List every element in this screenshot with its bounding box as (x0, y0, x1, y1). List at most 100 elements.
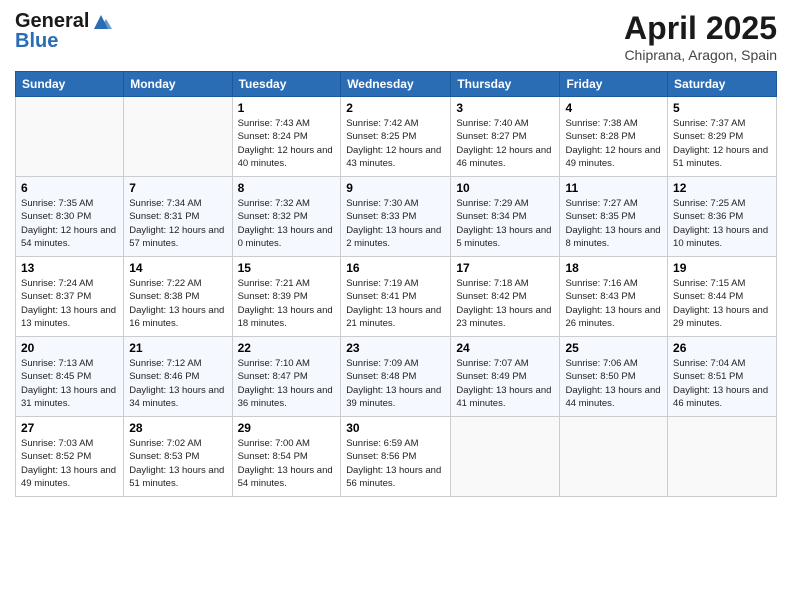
day-number: 29 (238, 421, 336, 435)
day-info: Sunrise: 7:43 AM Sunset: 8:24 PM Dayligh… (238, 117, 336, 170)
day-number: 4 (565, 101, 662, 115)
day-info: Sunrise: 6:59 AM Sunset: 8:56 PM Dayligh… (346, 437, 445, 490)
calendar-cell: 2 Sunrise: 7:42 AM Sunset: 8:25 PM Daylig… (341, 97, 451, 177)
day-info: Sunrise: 7:09 AM Sunset: 8:48 PM Dayligh… (346, 357, 445, 410)
calendar-cell: 4Sunrise: 7:38 AM Sunset: 8:28 PM Daylig… (560, 97, 668, 177)
day-info: Sunrise: 7:16 AM Sunset: 8:43 PM Dayligh… (565, 277, 662, 330)
calendar-cell: 25 Sunrise: 7:06 AM Sunset: 8:50 PM Dayli… (560, 337, 668, 417)
day-info: Sunrise: 7:06 AM Sunset: 8:50 PM Dayligh… (565, 357, 662, 410)
calendar-cell: 13 Sunrise: 7:24 AM Sunset: 8:37 PM Dayli… (16, 257, 124, 337)
day-info: Sunrise: 7:18 AM Sunset: 8:42 PM Dayligh… (456, 277, 554, 330)
logo: General Blue (15, 10, 112, 53)
calendar-cell: 29 Sunrise: 7:00 AM Sunset: 8:54 PM Dayli… (232, 417, 341, 497)
calendar-cell (124, 97, 232, 177)
calendar-cell: 10Sunrise: 7:29 AM Sunset: 8:34 PM Dayli… (451, 177, 560, 257)
day-info: Sunrise: 7:02 AM Sunset: 8:53 PM Dayligh… (129, 437, 226, 490)
calendar-cell: 16Sunrise: 7:19 AM Sunset: 8:41 PM Dayli… (341, 257, 451, 337)
month-title: April 2025 (624, 10, 777, 47)
day-info: Sunrise: 7:34 AM Sunset: 8:31 PM Dayligh… (129, 197, 226, 250)
day-number: 25 (565, 341, 662, 355)
calendar-cell: 28 Sunrise: 7:02 AM Sunset: 8:53 PM Dayli… (124, 417, 232, 497)
day-number: 24 (456, 341, 554, 355)
col-friday: Friday (560, 72, 668, 97)
day-number: 16 (346, 261, 445, 275)
day-number: 28 (129, 421, 226, 435)
day-info: Sunrise: 7:24 AM Sunset: 8:37 PM Dayligh… (21, 277, 118, 330)
day-number: 14 (129, 261, 226, 275)
day-info: Sunrise: 7:42 AM Sunset: 8:25 PM Dayligh… (346, 117, 445, 170)
day-number: 13 (21, 261, 118, 275)
day-info: Sunrise: 7:37 AM Sunset: 8:29 PM Dayligh… (673, 117, 771, 170)
day-number: 6 (21, 181, 118, 195)
calendar-cell: 9 Sunrise: 7:30 AM Sunset: 8:33 PM Daylig… (341, 177, 451, 257)
day-number: 27 (21, 421, 118, 435)
day-number: 23 (346, 341, 445, 355)
day-number: 3 (456, 101, 554, 115)
location: Chiprana, Aragon, Spain (624, 47, 777, 63)
calendar-week-3: 20Sunrise: 7:13 AM Sunset: 8:45 PM Dayli… (16, 337, 777, 417)
day-number: 2 (346, 101, 445, 115)
day-info: Sunrise: 7:32 AM Sunset: 8:32 PM Dayligh… (238, 197, 336, 250)
calendar-cell (16, 97, 124, 177)
col-saturday: Saturday (668, 72, 777, 97)
calendar-cell: 22 Sunrise: 7:10 AM Sunset: 8:47 PM Dayli… (232, 337, 341, 417)
col-wednesday: Wednesday (341, 72, 451, 97)
day-info: Sunrise: 7:00 AM Sunset: 8:54 PM Dayligh… (238, 437, 336, 490)
day-number: 15 (238, 261, 336, 275)
calendar: Sunday Monday Tuesday Wednesday Thursday… (15, 71, 777, 497)
calendar-week-1: 6 Sunrise: 7:35 AM Sunset: 8:30 PM Daylig… (16, 177, 777, 257)
day-info: Sunrise: 7:40 AM Sunset: 8:27 PM Dayligh… (456, 117, 554, 170)
calendar-cell: 6 Sunrise: 7:35 AM Sunset: 8:30 PM Daylig… (16, 177, 124, 257)
day-number: 21 (129, 341, 226, 355)
day-info: Sunrise: 7:29 AM Sunset: 8:34 PM Dayligh… (456, 197, 554, 250)
day-info: Sunrise: 7:35 AM Sunset: 8:30 PM Dayligh… (21, 197, 118, 250)
calendar-cell: 27 Sunrise: 7:03 AM Sunset: 8:52 PM Dayli… (16, 417, 124, 497)
col-monday: Monday (124, 72, 232, 97)
calendar-week-4: 27 Sunrise: 7:03 AM Sunset: 8:52 PM Dayli… (16, 417, 777, 497)
day-number: 30 (346, 421, 445, 435)
day-info: Sunrise: 7:22 AM Sunset: 8:38 PM Dayligh… (129, 277, 226, 330)
day-info: Sunrise: 7:12 AM Sunset: 8:46 PM Dayligh… (129, 357, 226, 410)
col-thursday: Thursday (451, 72, 560, 97)
calendar-week-2: 13 Sunrise: 7:24 AM Sunset: 8:37 PM Dayli… (16, 257, 777, 337)
col-sunday: Sunday (16, 72, 124, 97)
calendar-cell: 14 Sunrise: 7:22 AM Sunset: 8:38 PM Dayli… (124, 257, 232, 337)
day-info: Sunrise: 7:15 AM Sunset: 8:44 PM Dayligh… (673, 277, 771, 330)
day-number: 9 (346, 181, 445, 195)
calendar-cell: 26Sunrise: 7:04 AM Sunset: 8:51 PM Dayli… (668, 337, 777, 417)
calendar-cell: 15 Sunrise: 7:21 AM Sunset: 8:39 PM Dayli… (232, 257, 341, 337)
day-info: Sunrise: 7:10 AM Sunset: 8:47 PM Dayligh… (238, 357, 336, 410)
day-info: Sunrise: 7:13 AM Sunset: 8:45 PM Dayligh… (21, 357, 118, 410)
day-info: Sunrise: 7:30 AM Sunset: 8:33 PM Dayligh… (346, 197, 445, 250)
calendar-cell: 3 Sunrise: 7:40 AM Sunset: 8:27 PM Daylig… (451, 97, 560, 177)
logo-general: General (15, 10, 89, 32)
day-info: Sunrise: 7:21 AM Sunset: 8:39 PM Dayligh… (238, 277, 336, 330)
calendar-cell: 7Sunrise: 7:34 AM Sunset: 8:31 PM Daylig… (124, 177, 232, 257)
calendar-week-0: 1 Sunrise: 7:43 AM Sunset: 8:24 PM Daylig… (16, 97, 777, 177)
day-number: 1 (238, 101, 336, 115)
header: General Blue April 2025 Chiprana, Aragon… (15, 10, 777, 63)
day-info: Sunrise: 7:03 AM Sunset: 8:52 PM Dayligh… (21, 437, 118, 490)
page: General Blue April 2025 Chiprana, Aragon… (0, 0, 792, 612)
day-number: 18 (565, 261, 662, 275)
day-number: 17 (456, 261, 554, 275)
calendar-cell: 17 Sunrise: 7:18 AM Sunset: 8:42 PM Dayli… (451, 257, 560, 337)
calendar-cell: 20Sunrise: 7:13 AM Sunset: 8:45 PM Dayli… (16, 337, 124, 417)
logo-blue: Blue (15, 30, 112, 53)
day-info: Sunrise: 7:04 AM Sunset: 8:51 PM Dayligh… (673, 357, 771, 410)
day-info: Sunrise: 7:07 AM Sunset: 8:49 PM Dayligh… (456, 357, 554, 410)
calendar-cell: 1 Sunrise: 7:43 AM Sunset: 8:24 PM Daylig… (232, 97, 341, 177)
calendar-cell: 5Sunrise: 7:37 AM Sunset: 8:29 PM Daylig… (668, 97, 777, 177)
day-number: 19 (673, 261, 771, 275)
day-number: 22 (238, 341, 336, 355)
calendar-cell (668, 417, 777, 497)
calendar-cell: 24 Sunrise: 7:07 AM Sunset: 8:49 PM Dayli… (451, 337, 560, 417)
calendar-cell: 21 Sunrise: 7:12 AM Sunset: 8:46 PM Dayli… (124, 337, 232, 417)
day-info: Sunrise: 7:25 AM Sunset: 8:36 PM Dayligh… (673, 197, 771, 250)
day-number: 12 (673, 181, 771, 195)
calendar-cell: 19 Sunrise: 7:15 AM Sunset: 8:44 PM Dayli… (668, 257, 777, 337)
calendar-cell: 11Sunrise: 7:27 AM Sunset: 8:35 PM Dayli… (560, 177, 668, 257)
logo-icon (90, 13, 112, 31)
title-block: April 2025 Chiprana, Aragon, Spain (624, 10, 777, 63)
calendar-cell (451, 417, 560, 497)
